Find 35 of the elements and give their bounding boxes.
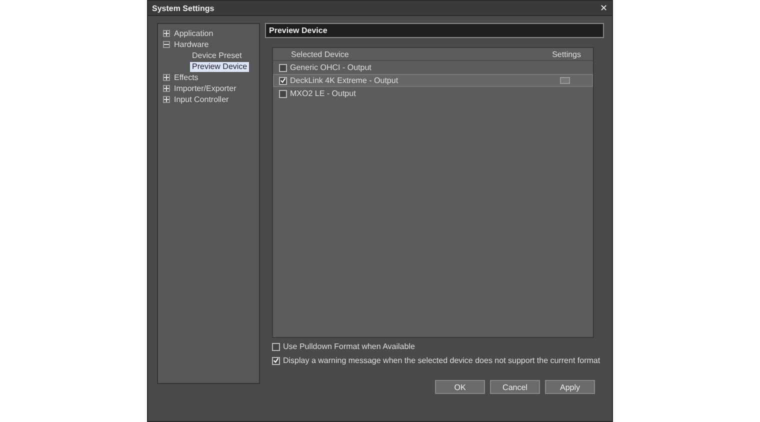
check-icon [273,357,279,364]
tree-item[interactable]: Preview Device [190,62,250,72]
tree-item[interactable]: Hardware [174,40,209,49]
check-icon [280,77,286,84]
option-label: Display a warning message when the selected device does not support the current format [283,356,602,365]
checkbox[interactable] [272,356,280,364]
dialog-button[interactable]: OK [435,380,485,394]
expand-icon[interactable] [163,30,170,37]
checkbox[interactable] [279,64,287,72]
device-row[interactable]: Generic OHCI - Output [273,61,593,74]
device-name: Generic OHCI - Output [290,63,372,72]
close-button[interactable]: ✕ [600,3,608,13]
dialog-button[interactable]: Apply [545,380,595,394]
collapse-icon[interactable] [163,41,170,48]
checkbox[interactable] [279,90,287,98]
window-title: System Settings [152,4,214,12]
dialog-button[interactable]: Cancel [490,380,540,394]
expand-icon[interactable] [163,74,170,81]
device-row[interactable]: DeckLink 4K Extreme - Output [273,74,593,87]
expand-icon[interactable] [163,85,170,92]
checkbox[interactable] [279,76,287,84]
tree-item[interactable]: Device Preset [190,50,244,60]
column-header: Selected Device [290,50,350,58]
expand-icon[interactable] [163,96,170,103]
checkbox[interactable] [272,342,280,350]
tree-item[interactable]: Input Controller [174,95,229,104]
column-header: Settings [551,50,582,58]
page-title: Preview Device [265,23,604,38]
device-name: MXO2 LE - Output [290,89,357,98]
option-label: Use Pulldown Format when Available [283,342,416,351]
device-name: DeckLink 4K Extreme - Output [290,76,400,85]
tree-item[interactable]: Effects [174,73,198,82]
device-row[interactable]: MXO2 LE - Output [273,87,593,100]
tree-item[interactable]: Application [174,29,214,38]
tree-item[interactable]: Importer/Exporter [174,84,236,93]
